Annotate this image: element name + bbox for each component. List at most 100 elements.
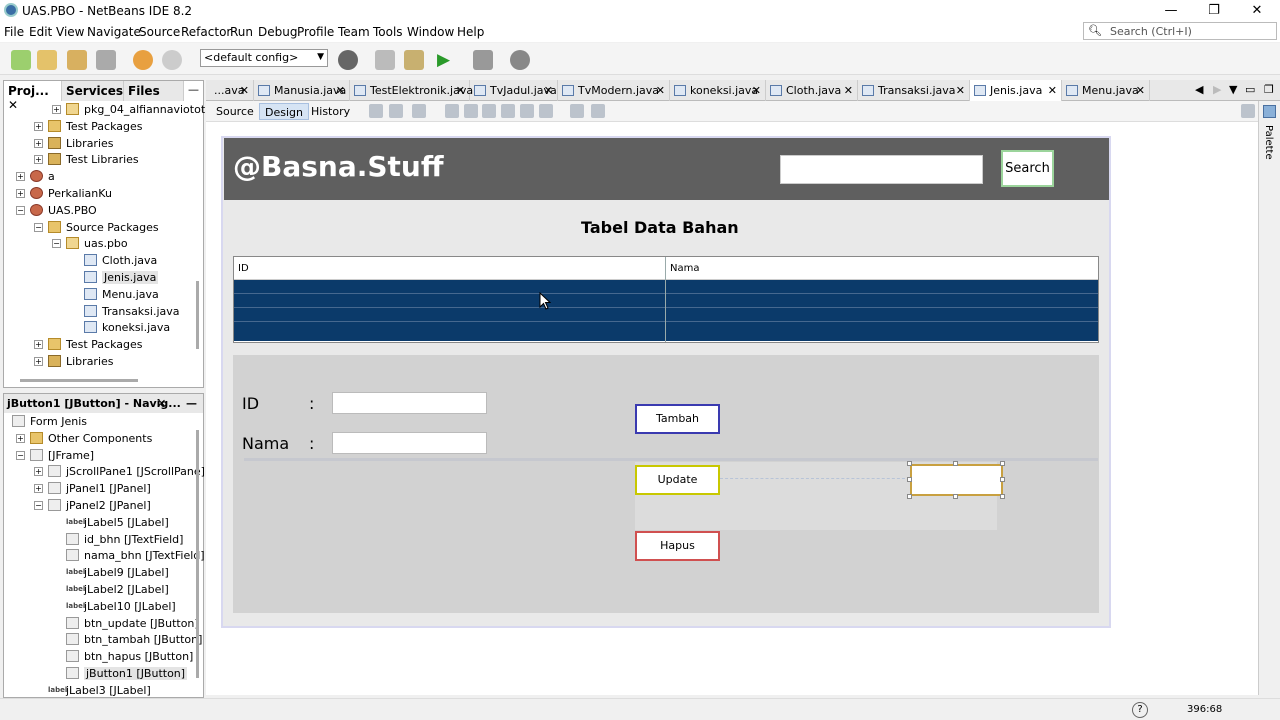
project-tree-item[interactable]: + Test Libraries [4, 151, 194, 168]
nama-input[interactable] [332, 432, 487, 454]
minimize-window-button[interactable]: — [1159, 2, 1183, 20]
project-tree-item[interactable]: + Test Packages [4, 336, 194, 353]
navigator-tree-item[interactable]: nama_bhn [JTextField] [4, 547, 205, 564]
center-vertically-icon[interactable] [539, 104, 553, 118]
navigator-tree-item[interactable]: label jLabel9 [JLabel] [4, 564, 194, 581]
column-header-id[interactable]: ID [238, 263, 249, 274]
table-row[interactable] [234, 294, 1098, 308]
editor-tab[interactable]: ...ava ✕ [210, 80, 254, 101]
config-select[interactable]: <default config> ▼ [200, 49, 328, 67]
debug-project-icon[interactable] [473, 50, 493, 70]
expand-icon[interactable]: + [16, 172, 25, 182]
close-tab-icon[interactable]: ✕ [240, 84, 249, 97]
menu-window[interactable]: Window [407, 25, 454, 39]
menu-team[interactable]: Team [338, 25, 370, 39]
close-tab-icon[interactable]: ✕ [544, 84, 553, 97]
save-all-icon[interactable] [96, 50, 116, 70]
undo-icon[interactable] [133, 50, 153, 70]
close-tab-icon[interactable]: ✕ [336, 84, 345, 97]
table-title-label[interactable]: Tabel Data Bahan [581, 218, 739, 237]
table-row[interactable] [234, 308, 1098, 322]
resize-handle[interactable] [1000, 461, 1005, 466]
data-table[interactable]: ID Nama [233, 256, 1099, 343]
grid-layout-icon[interactable] [1241, 104, 1255, 118]
close-tab-icon[interactable]: ✕ [844, 84, 853, 97]
redo-icon[interactable] [162, 50, 182, 70]
project-tree-item[interactable]: + Test Packages [4, 118, 194, 135]
resize-handle[interactable] [907, 461, 912, 466]
close-icon[interactable]: ✕ [157, 397, 166, 410]
id-label[interactable]: ID [242, 394, 259, 413]
project-tree-item[interactable]: koneksi.java [4, 319, 194, 336]
align-right-icon[interactable] [464, 104, 478, 118]
expand-icon[interactable]: + [34, 484, 43, 494]
align-bottom-icon[interactable] [520, 104, 534, 118]
menu-view[interactable]: View [56, 25, 84, 39]
close-tab-icon[interactable]: ✕ [956, 84, 965, 97]
vertical-scrollbar[interactable] [196, 430, 199, 678]
preview-design-icon[interactable] [412, 104, 426, 118]
ide-search-input[interactable]: 🔍︎ Search (Ctrl+I) [1083, 22, 1277, 40]
close-tab-icon[interactable]: ✕ [656, 84, 665, 97]
resize-handle[interactable] [907, 477, 912, 482]
collapse-icon[interactable]: − [34, 501, 43, 510]
menu-debug[interactable]: Debug [258, 25, 297, 39]
resize-handle[interactable] [953, 494, 958, 499]
tab-services[interactable]: Services [62, 81, 124, 101]
project-tree-item[interactable]: Menu.java [4, 286, 194, 303]
project-tree-item[interactable]: Jenis.java [4, 269, 194, 286]
selection-mode-icon[interactable] [369, 104, 383, 118]
navigator-tree-item[interactable]: + Other Components [4, 430, 194, 447]
header-search-field[interactable] [780, 155, 983, 184]
table-row[interactable] [234, 322, 1098, 341]
maximize-window-button[interactable]: ❐ [1202, 2, 1226, 20]
tab-projects[interactable]: Proj... ✕ [4, 81, 62, 112]
notifications-icon[interactable]: ? [1132, 702, 1148, 718]
expand-icon[interactable]: + [34, 138, 43, 148]
navigator-tree-item[interactable]: btn_hapus [JButton] [4, 648, 194, 665]
menu-file[interactable]: File [4, 25, 24, 39]
navigator-tree-item[interactable]: − jPanel2 [JPanel] [4, 497, 194, 514]
close-tab-icon[interactable]: ✕ [456, 84, 465, 97]
editor-tab[interactable]: TvModern.java ✕ [558, 80, 670, 101]
vertical-scrollbar[interactable] [196, 281, 199, 349]
navigator-tree-item[interactable]: label jLabel5 [JLabel] [4, 514, 194, 531]
brand-label[interactable]: @Basna.Stuff [233, 150, 444, 183]
expand-icon[interactable]: + [16, 433, 25, 443]
run-target-icon[interactable] [338, 50, 358, 70]
expand-icon[interactable]: + [34, 155, 43, 165]
expand-icon[interactable]: + [16, 189, 25, 198]
project-tree-item[interactable]: − Source Packages [4, 219, 194, 236]
navigator-tree-item[interactable]: btn_tambah [JButton] [4, 631, 202, 648]
profile-project-icon[interactable] [510, 50, 530, 70]
hapus-button[interactable]: Hapus [635, 531, 720, 561]
collapse-icon[interactable]: − [52, 239, 61, 249]
editor-tab[interactable]: Cloth.java ✕ [766, 80, 858, 101]
collapse-icon[interactable]: − [16, 205, 25, 215]
menu-navigate[interactable]: Navigate [87, 25, 141, 39]
editor-tab[interactable]: TvJadul.java ✕ [470, 80, 558, 101]
close-tab-icon[interactable]: ✕ [752, 84, 761, 97]
tab-list-dropdown-icon[interactable]: ▼ [1229, 83, 1237, 96]
minimize-panel-icon[interactable]: — [186, 397, 197, 410]
menu-tools[interactable]: Tools [373, 25, 403, 39]
project-tree-item[interactable]: + a [4, 168, 194, 185]
navigator-tree-item[interactable]: label jLabel3 [JLabel] [4, 682, 194, 699]
menu-edit[interactable]: Edit [29, 25, 52, 39]
history-view-button[interactable]: History [306, 103, 355, 120]
navigator-tree-item[interactable]: id_bhn [JTextField] [4, 531, 194, 548]
navigator-tree-item[interactable]: + jPanel1 [JPanel] [4, 480, 194, 497]
close-tab-icon[interactable]: ✕ [1136, 84, 1145, 97]
resize-handle[interactable] [907, 494, 912, 499]
project-tree-item[interactable]: + Libraries [4, 135, 194, 152]
navigator-tree-item[interactable]: − [JFrame] [4, 447, 194, 464]
expand-icon[interactable]: + [34, 467, 43, 477]
build-icon[interactable] [375, 50, 395, 70]
menu-source[interactable]: Source [139, 25, 180, 39]
align-top-icon[interactable] [501, 104, 515, 118]
run-project-icon[interactable]: ▶ [437, 50, 457, 70]
expand-icon[interactable]: + [34, 121, 43, 131]
center-horizontally-icon[interactable] [482, 104, 496, 118]
project-tree-item[interactable]: − UAS.PBO [4, 202, 194, 219]
editor-tab[interactable]: Transaksi.java ✕ [858, 80, 970, 101]
